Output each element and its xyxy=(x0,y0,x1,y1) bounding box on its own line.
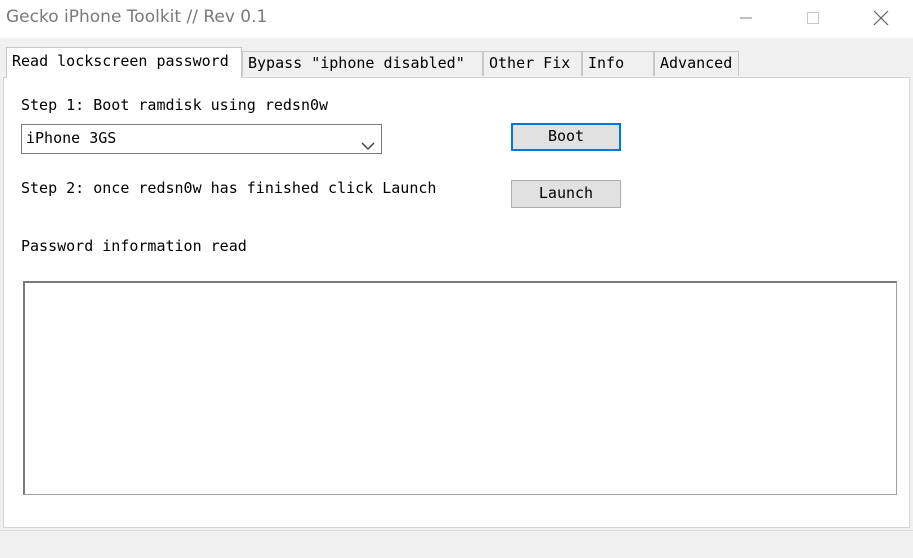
minimize-button[interactable] xyxy=(723,0,769,36)
step2-label: Step 2: once redsn0w has finished click … xyxy=(21,179,437,197)
password-output-textarea[interactable] xyxy=(23,281,897,495)
tab-read-lockscreen-password[interactable]: Read lockscreen password xyxy=(6,47,242,78)
password-info-label: Password information read xyxy=(21,237,247,255)
window-title: Gecko iPhone Toolkit // Rev 0.1 xyxy=(6,7,268,27)
tab-info[interactable]: Info xyxy=(582,51,654,76)
device-select-value: iPhone 3GS xyxy=(26,129,117,147)
launch-button[interactable]: Launch xyxy=(511,180,621,208)
maximize-button[interactable] xyxy=(790,0,836,36)
tab-other-fix[interactable]: Other Fix xyxy=(483,51,582,76)
device-select[interactable]: iPhone 3GS xyxy=(21,124,382,154)
title-bar: Gecko iPhone Toolkit // Rev 0.1 xyxy=(0,0,913,38)
tab-advanced[interactable]: Advanced xyxy=(654,51,739,76)
minimize-icon xyxy=(740,17,752,19)
status-bar xyxy=(0,530,913,558)
maximize-icon xyxy=(807,12,819,24)
boot-button[interactable]: Boot xyxy=(511,123,621,151)
close-button[interactable] xyxy=(858,0,904,36)
close-icon xyxy=(873,10,889,26)
tab-strip: Read lockscreen password Bypass "iphone … xyxy=(0,38,913,78)
chevron-down-icon xyxy=(361,133,375,159)
tab-bypass-iphone-disabled[interactable]: Bypass "iphone disabled" xyxy=(242,51,483,76)
step1-label: Step 1: Boot ramdisk using redsn0w xyxy=(21,96,329,114)
